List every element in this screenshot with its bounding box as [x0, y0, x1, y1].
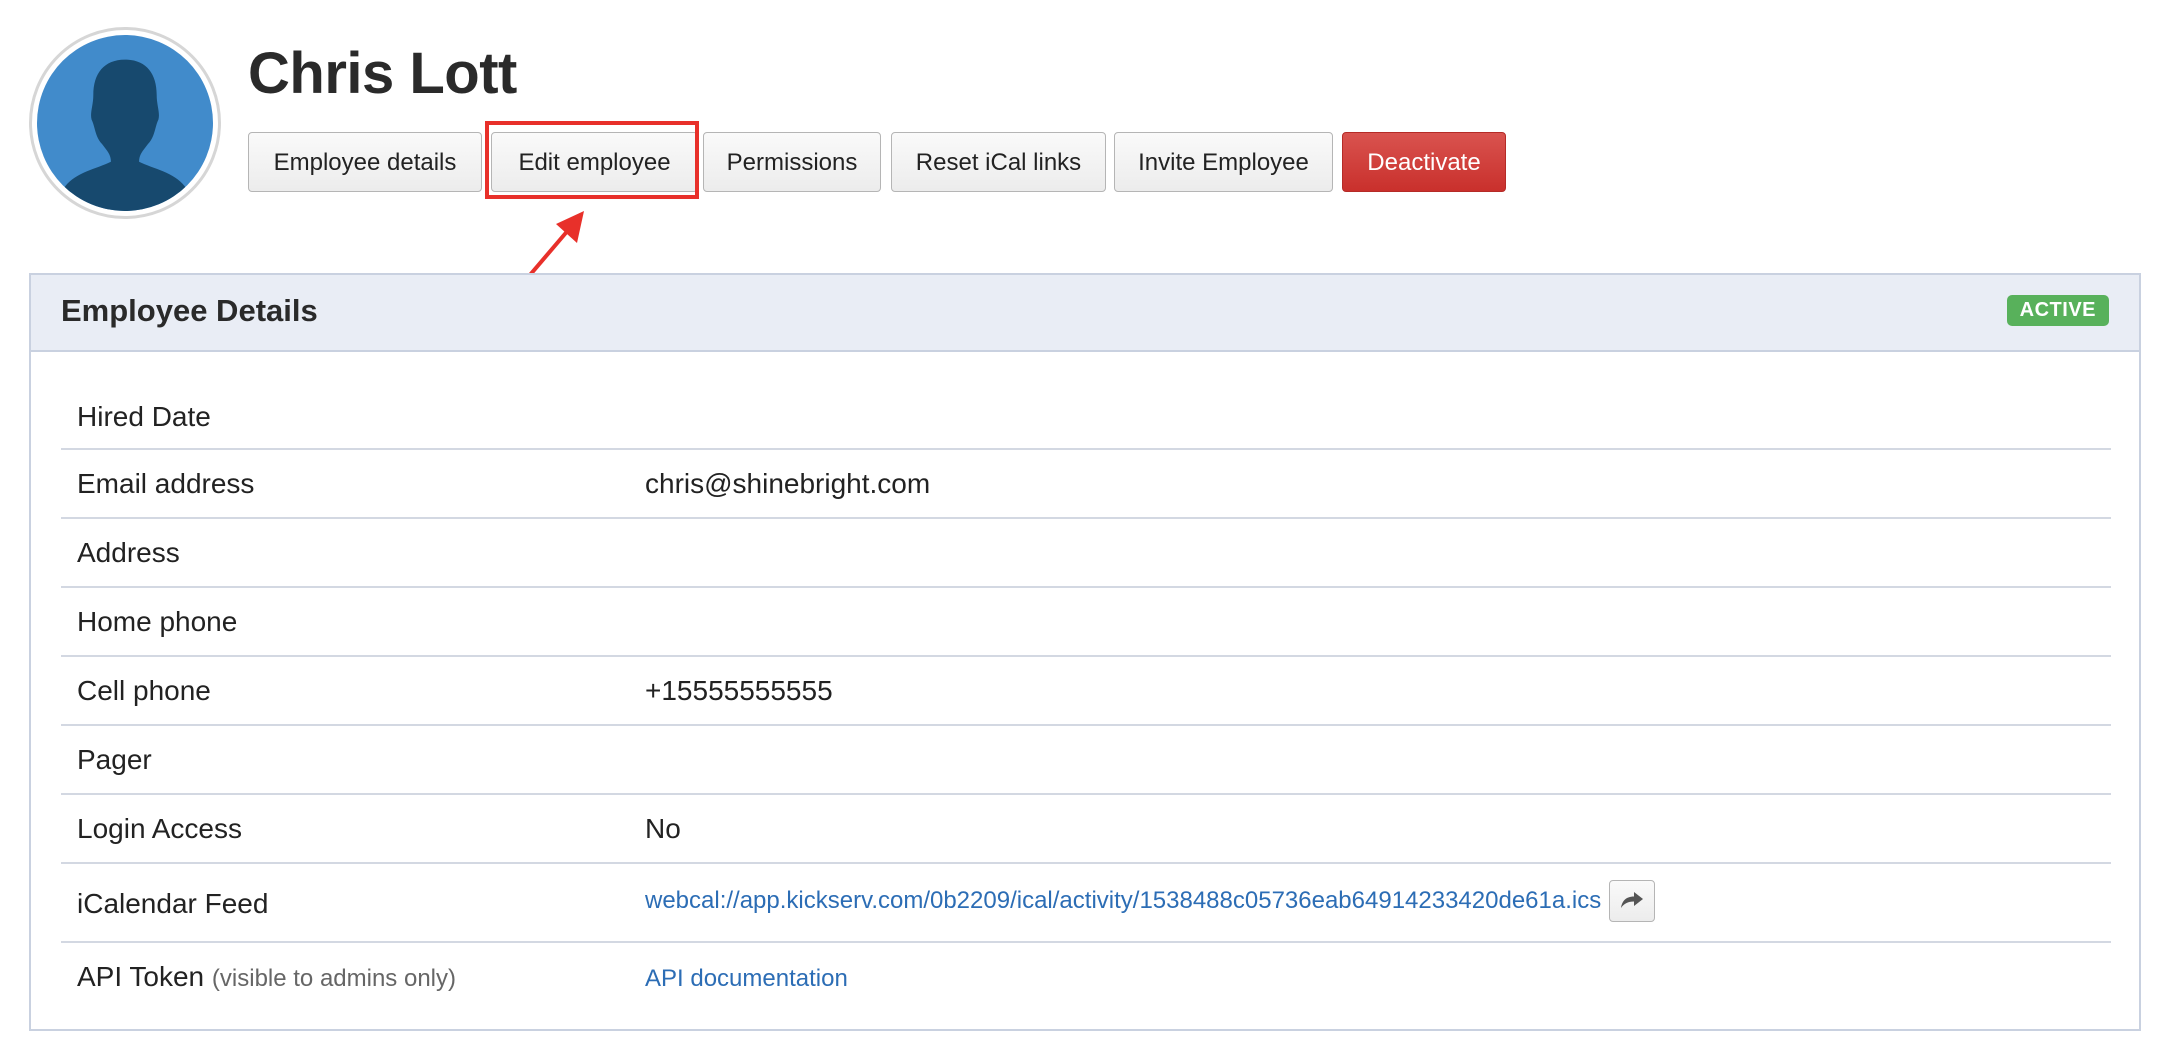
detail-label: Address	[77, 537, 180, 568]
detail-label: Email address	[77, 468, 255, 499]
api-documentation-link[interactable]: API documentation	[645, 965, 848, 993]
avatar-silhouette-icon	[37, 35, 213, 211]
detail-row-email: Email address chris@shinebright.com	[61, 450, 2111, 519]
api-token-label: API Token	[77, 961, 205, 992]
detail-row-home-phone: Home phone	[61, 588, 2111, 657]
reset-ical-links-button[interactable]: Reset iCal links	[891, 132, 1106, 192]
invite-employee-button[interactable]: Invite Employee	[1114, 132, 1333, 192]
details-list: Hired Date Email address chris@shinebrig…	[61, 381, 2111, 1015]
admin-only-note: (visible to admins only)	[211, 965, 456, 992]
detail-label: Home phone	[77, 606, 238, 637]
detail-row-icalendar-feed: iCalendar Feed webcal://app.kickserv.com…	[61, 864, 2111, 943]
detail-row-address: Address	[61, 519, 2111, 588]
detail-row-hired-date: Hired Date	[61, 381, 2111, 450]
detail-label: iCalendar Feed	[77, 888, 269, 919]
page-title: Chris Lott	[248, 41, 517, 106]
login-access-value: No	[645, 813, 681, 844]
avatar	[29, 27, 221, 219]
panel-title: Employee Details	[61, 293, 318, 328]
employee-details-button[interactable]: Employee details	[248, 132, 482, 192]
share-arrow-icon[interactable]	[1609, 880, 1656, 922]
detail-row-api-token: API Token (visible to admins only) API d…	[61, 943, 2111, 1015]
panel-header: Employee Details ACTIVE	[31, 275, 2139, 352]
detail-label: API Token (visible to admins only)	[77, 961, 456, 993]
employee-details-panel: Employee Details ACTIVE Hired Date Email…	[29, 273, 2141, 1031]
permissions-button[interactable]: Permissions	[703, 132, 881, 192]
icalendar-feed-link[interactable]: webcal://app.kickserv.com/0b2209/ical/ac…	[645, 887, 1601, 914]
icalendar-feed-value: webcal://app.kickserv.com/0b2209/ical/ac…	[645, 880, 1656, 922]
detail-row-login-access: Login Access No	[61, 795, 2111, 864]
detail-row-pager: Pager	[61, 726, 2111, 795]
detail-row-cell-phone: Cell phone +15555555555	[61, 657, 2111, 726]
edit-employee-button[interactable]: Edit employee	[491, 132, 698, 192]
detail-label: Pager	[77, 744, 152, 775]
email-value: chris@shinebright.com	[645, 468, 931, 499]
deactivate-button[interactable]: Deactivate	[1342, 132, 1506, 192]
cell-phone-value: +15555555555	[645, 675, 833, 706]
detail-label: Cell phone	[77, 675, 211, 706]
detail-label: Hired Date	[77, 401, 211, 432]
status-badge: ACTIVE	[2006, 295, 2109, 326]
detail-label: Login Access	[77, 813, 242, 844]
